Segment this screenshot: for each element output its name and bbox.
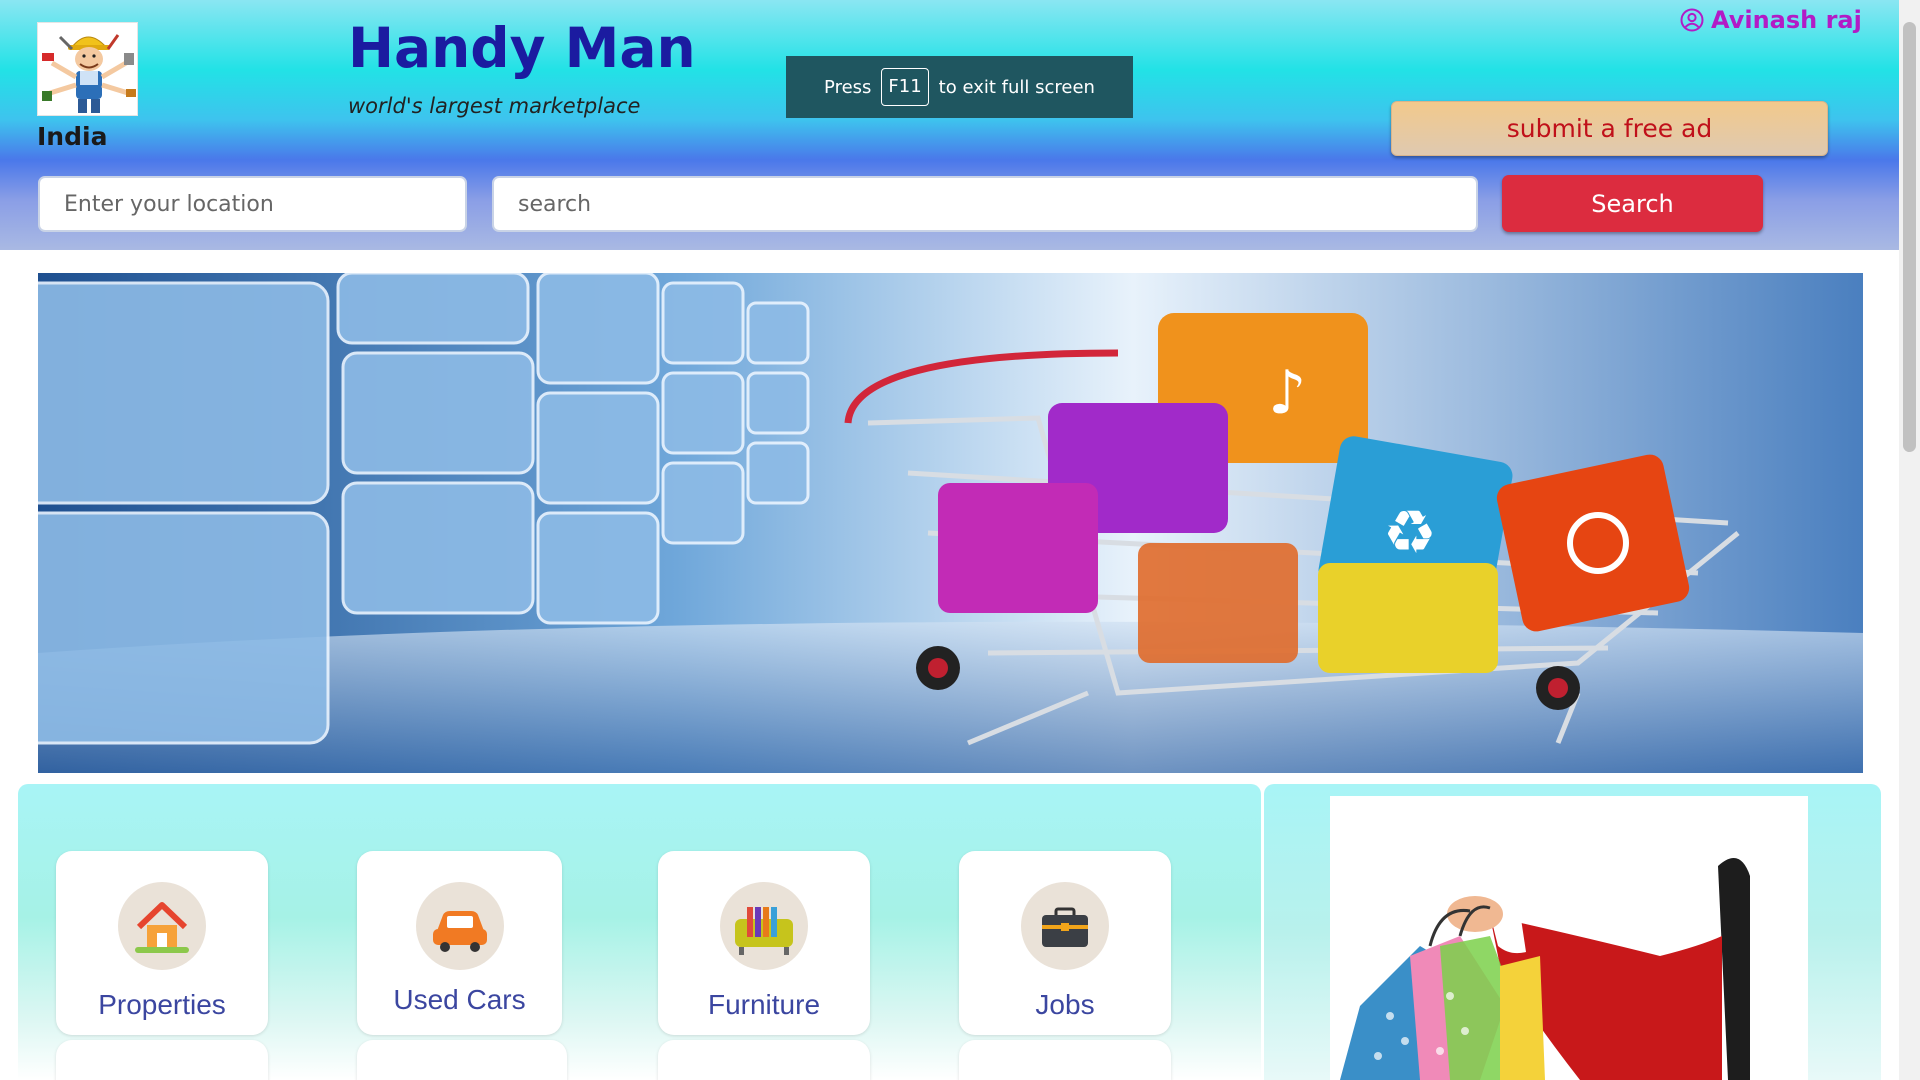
category-label: Properties xyxy=(98,989,226,1020)
car-icon xyxy=(415,882,504,970)
handyman-logo[interactable] xyxy=(37,22,138,116)
svg-text:♪: ♪ xyxy=(1268,358,1306,428)
category-card-jobs[interactable]: Jobs xyxy=(959,851,1171,1035)
page-scrollbar[interactable] xyxy=(1899,0,1920,1080)
site-header: India Handy Man world's largest marketpl… xyxy=(0,0,1899,250)
toast-press-text: Press xyxy=(824,76,872,98)
category-label: Furniture xyxy=(707,989,821,1020)
category-card-furniture[interactable]: Furniture xyxy=(658,851,870,1035)
category-card-row2[interactable] xyxy=(357,1040,567,1080)
fullscreen-toast: Press F11 to exit full screen xyxy=(786,56,1133,118)
scrollbar-thumb[interactable] xyxy=(1903,22,1916,452)
hero-banner: ♪ ♻ xyxy=(38,273,1863,773)
promo-shopping-image[interactable] xyxy=(1330,796,1808,1080)
category-card-row2[interactable] xyxy=(959,1040,1171,1080)
user-menu[interactable]: Avinash raj xyxy=(1680,6,1862,34)
category-label: Used Cars xyxy=(393,984,526,1015)
page: India Handy Man world's largest marketpl… xyxy=(0,0,1920,1080)
house-icon xyxy=(118,882,206,970)
brand-tagline: world's largest marketplace xyxy=(348,94,641,118)
category-label: Jobs xyxy=(1035,989,1095,1020)
user-circle-icon xyxy=(1680,8,1704,32)
category-card-used-cars[interactable]: Used Cars xyxy=(357,851,562,1035)
search-input[interactable] xyxy=(492,176,1478,232)
search-button[interactable]: Search xyxy=(1502,175,1763,232)
toast-key: F11 xyxy=(881,68,929,106)
category-card-row2[interactable] xyxy=(56,1040,268,1080)
user-name: Avinash raj xyxy=(1711,6,1862,34)
sofa-icon xyxy=(720,882,808,970)
location-input[interactable] xyxy=(38,176,467,232)
svg-text:♻: ♻ xyxy=(1383,498,1437,568)
toast-suffix-text: to exit full screen xyxy=(938,76,1095,98)
category-card-properties[interactable]: Properties xyxy=(56,851,268,1035)
briefcase-icon xyxy=(1021,882,1109,970)
category-card-row2[interactable] xyxy=(658,1040,870,1080)
brand-title[interactable]: Handy Man xyxy=(348,16,696,80)
country-label: India xyxy=(37,122,108,151)
submit-free-ad-button[interactable]: submit a free ad xyxy=(1391,101,1828,156)
